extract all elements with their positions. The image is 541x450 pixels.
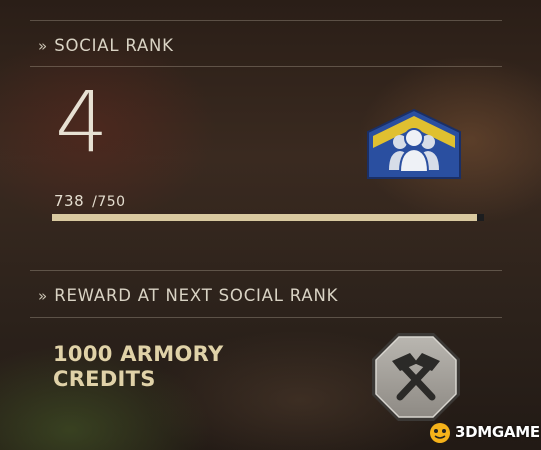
- reward-text: 1000 ARMORY CREDITS: [53, 342, 223, 392]
- divider-social-rank: [30, 66, 502, 67]
- watermark-logo-icon: [430, 423, 450, 443]
- rank-number: 4: [55, 73, 109, 171]
- progress-current: 738: [54, 192, 85, 210]
- reward-line-1: 1000 ARMORY: [53, 342, 224, 366]
- hammers-icon: [372, 333, 460, 421]
- divider-middle: [30, 270, 502, 271]
- rank-progress-bar: [52, 214, 484, 221]
- divider-top: [30, 20, 502, 21]
- chevron-right-icon: »: [38, 36, 47, 55]
- reward-title: REWARD AT NEXT SOCIAL RANK: [54, 286, 339, 305]
- reward-header: » REWARD AT NEXT SOCIAL RANK: [38, 286, 338, 305]
- reward-line-2: CREDITS: [53, 367, 156, 391]
- social-rank-badge-icon: [367, 108, 461, 179]
- progress-text: 738/750: [54, 192, 126, 210]
- watermark-text: 3DMGAME: [455, 423, 540, 441]
- social-rank-title: SOCIAL RANK: [54, 36, 174, 55]
- divider-reward: [30, 317, 502, 318]
- watermark: 3DMGAME: [427, 420, 540, 444]
- social-rank-header: » SOCIAL RANK: [38, 36, 174, 55]
- progress-max: /750: [92, 194, 126, 210]
- chevron-right-icon: »: [38, 286, 47, 305]
- rank-progress-fill: [52, 214, 478, 221]
